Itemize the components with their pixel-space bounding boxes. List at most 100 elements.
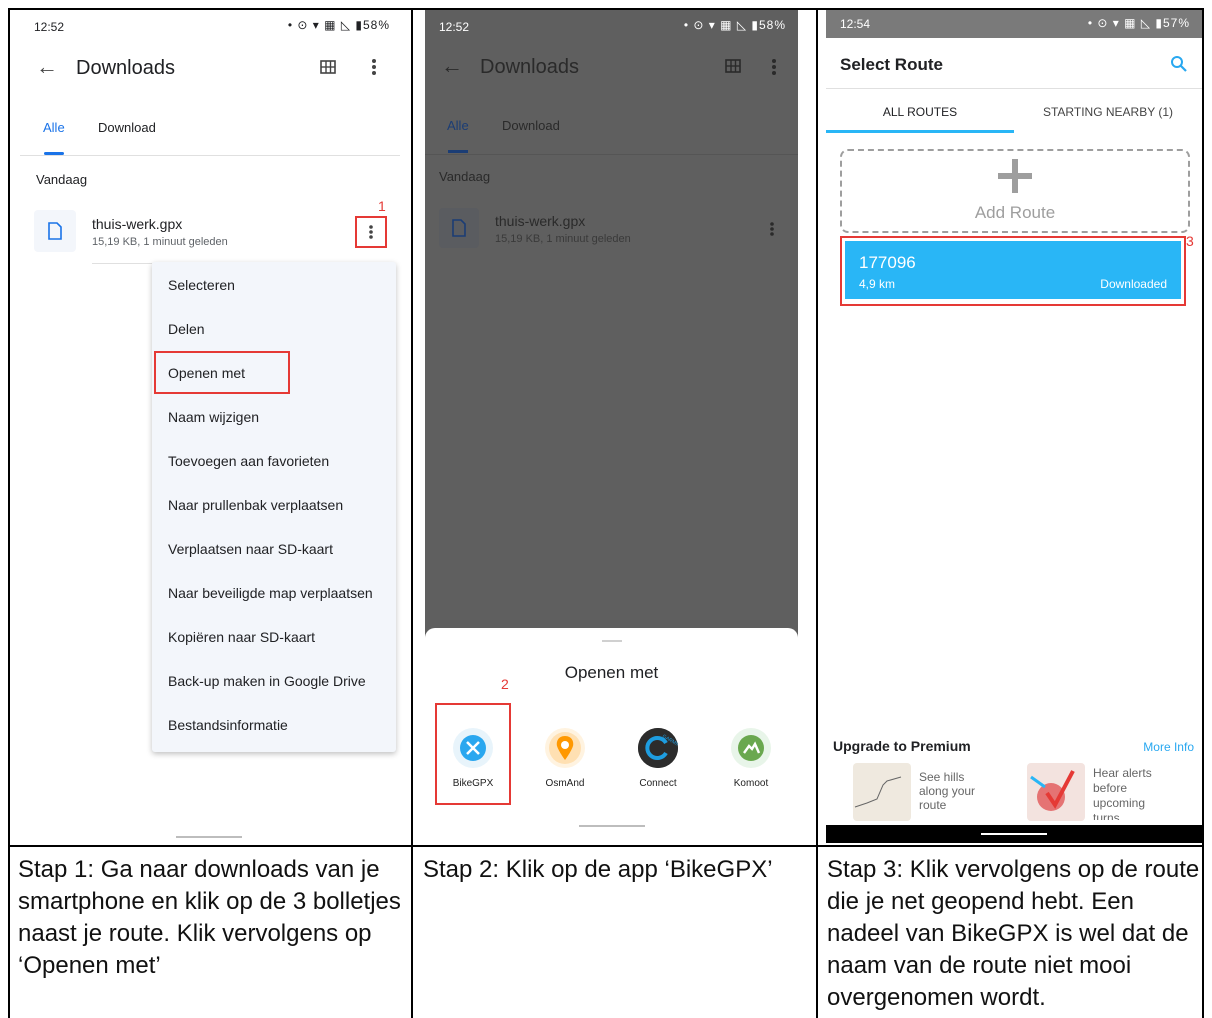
more-vert-icon — [369, 225, 373, 239]
sheet-title: Openen met — [564, 663, 659, 682]
osmand-icon — [545, 728, 585, 768]
step-number-2: 2 — [501, 676, 509, 692]
route-card[interactable]: 177096 4,9 km Downloaded — [845, 241, 1181, 299]
tab-alle: Alle — [447, 118, 469, 133]
screenshot-open-with: 12:52 • ⊙ ▾ ▦ ◺ ▮58% ← Downloads Alle Do… — [425, 10, 798, 843]
menu-item-info[interactable]: Bestandsinformatie — [168, 717, 288, 733]
menu-item-prullenbak[interactable]: Naar prullenbak verplaatsen — [168, 497, 343, 513]
plus-icon — [998, 159, 1032, 193]
caption-step-1: Stap 1: Ga naar downloads van je smartph… — [18, 856, 401, 979]
step-number-3: 3 — [1186, 233, 1194, 249]
step-number-1: 1 — [378, 198, 386, 214]
more-options-icon[interactable] — [370, 57, 378, 77]
screenshot-select-route: 12:54 • ⊙ ▾ ▦ ◺ ▮57% Select Route ALL RO… — [826, 10, 1202, 843]
file-name: thuis-werk.gpx — [495, 213, 586, 229]
grid-view-icon[interactable] — [320, 60, 336, 74]
status-icons: • ⊙ ▾ ▦ ◺ ▮58% — [683, 18, 786, 32]
table-border-col1 — [411, 8, 413, 1018]
status-bar: 12:54 • ⊙ ▾ ▦ ◺ ▮57% — [826, 10, 1202, 38]
alerts-thumbnail — [1027, 763, 1085, 821]
menu-item-selecteren[interactable]: Selecteren — [168, 277, 235, 293]
menu-item-sd-kaart[interactable]: Verplaatsen naar SD-kaart — [168, 541, 333, 557]
grid-view-icon — [725, 59, 741, 78]
status-icons: • ⊙ ▾ ▦ ◺ ▮58% — [287, 18, 390, 32]
context-menu: Selecteren Delen Openen met Naam wijzige… — [152, 262, 396, 752]
route-distance: 4,9 km — [859, 277, 896, 291]
file-meta: 15,19 KB, 1 minuut geleden — [495, 233, 631, 245]
route-status: Downloaded — [1100, 277, 1167, 291]
home-indicator — [176, 836, 242, 838]
bikegpx-icon — [453, 728, 493, 768]
menu-item-delen[interactable]: Delen — [168, 321, 205, 337]
hills-thumbnail — [853, 763, 911, 821]
table-border-middle — [8, 845, 1204, 847]
file-divider — [92, 263, 152, 264]
route-name: 177096 — [859, 253, 916, 272]
file-more-button-highlight[interactable] — [355, 216, 387, 248]
section-header: Vandaag — [36, 172, 88, 187]
garmin-connect-icon: GARMIN — [638, 728, 682, 768]
back-arrow-icon[interactable]: ← — [36, 54, 58, 80]
menu-item-beveiligde-map[interactable]: Naar beveiligde map verplaatsen — [168, 585, 373, 601]
app-label-connect: Connect — [639, 778, 677, 789]
document-icon — [452, 219, 466, 237]
app-label-bikegpx: BikeGPX — [452, 778, 494, 789]
header-divider — [826, 88, 1202, 89]
caption-step-2: Stap 2: Klik op de app ‘BikeGPX’ — [423, 856, 773, 883]
table-border-right — [1202, 8, 1204, 1018]
tab-starting-nearby[interactable]: STARTING NEARBY (1) — [1014, 105, 1202, 119]
sheet-handle — [602, 640, 622, 642]
file-name[interactable]: thuis-werk.gpx — [92, 216, 182, 232]
feature-hills-text: See hills along your route — [919, 770, 976, 812]
app-bikegpx[interactable]: BikeGPX — [428, 728, 518, 789]
tab-download[interactable]: Download — [98, 120, 156, 135]
document-icon — [48, 222, 62, 240]
back-arrow-icon: ← — [441, 53, 463, 78]
caption-step-3: Stap 3: Klik vervolgens op de route die … — [827, 856, 1200, 1011]
nav-bar — [826, 825, 1202, 843]
home-indicator — [981, 833, 1047, 835]
premium-title: Upgrade to Premium — [833, 738, 971, 754]
tab-divider — [425, 154, 798, 155]
add-route-label: Add Route — [974, 203, 1056, 222]
status-bar: 12:52 • ⊙ ▾ ▦ ◺ ▮58% — [425, 10, 798, 44]
status-icons: • ⊙ ▾ ▦ ◺ ▮57% — [1087, 16, 1190, 30]
status-bar: 12:52 • ⊙ ▾ ▦ ◺ ▮58% — [20, 10, 402, 44]
more-info-link[interactable]: More Info — [1143, 740, 1194, 754]
menu-item-kopieren[interactable]: Kopiëren naar SD-kaart — [168, 629, 315, 645]
table-border-col2 — [816, 8, 818, 1018]
app-label-komoot: Komoot — [733, 778, 769, 789]
page-title: Downloads — [480, 56, 579, 78]
app-osmand[interactable]: OsmAnd — [520, 728, 610, 789]
search-icon[interactable] — [1170, 55, 1188, 78]
home-indicator — [579, 825, 645, 827]
openen-met-highlight — [154, 351, 290, 394]
more-options-icon — [770, 57, 778, 82]
tab-divider — [20, 155, 400, 156]
status-time: 12:52 — [439, 20, 470, 34]
add-route-button[interactable]: Add Route — [840, 149, 1190, 233]
tab-indicator — [448, 150, 468, 153]
menu-item-favorieten[interactable]: Toevoegen aan favorieten — [168, 453, 329, 469]
file-icon-tile — [439, 208, 479, 248]
status-time: 12:52 — [34, 20, 65, 34]
page-title: Select Route — [840, 55, 943, 74]
app-connect[interactable]: GARMIN Connect — [613, 728, 703, 789]
komoot-icon — [731, 728, 771, 768]
table-border-left — [8, 8, 10, 1018]
tab-alle[interactable]: Alle — [43, 120, 65, 135]
tab-all-routes[interactable]: ALL ROUTES — [826, 105, 1014, 119]
open-with-sheet: Openen met 2 BikeGPX OsmAnd GARMIN Conne… — [425, 628, 798, 843]
menu-item-backup[interactable]: Back-up maken in Google Drive — [168, 673, 366, 689]
app-label-osmand: OsmAnd — [545, 778, 585, 789]
app-komoot[interactable]: Komoot — [706, 728, 796, 789]
section-header: Vandaag — [439, 169, 491, 184]
file-more-icon — [769, 221, 775, 242]
status-time: 12:54 — [840, 17, 871, 31]
menu-item-naam-wijzigen[interactable]: Naam wijzigen — [168, 409, 259, 425]
file-icon-tile — [34, 210, 76, 252]
tab-indicator — [826, 130, 1014, 133]
file-meta: 15,19 KB, 1 minuut geleden — [92, 236, 228, 248]
feature-alerts-text: Hear alerts before upcoming turns — [1093, 766, 1152, 820]
page-title: Downloads — [76, 57, 175, 79]
